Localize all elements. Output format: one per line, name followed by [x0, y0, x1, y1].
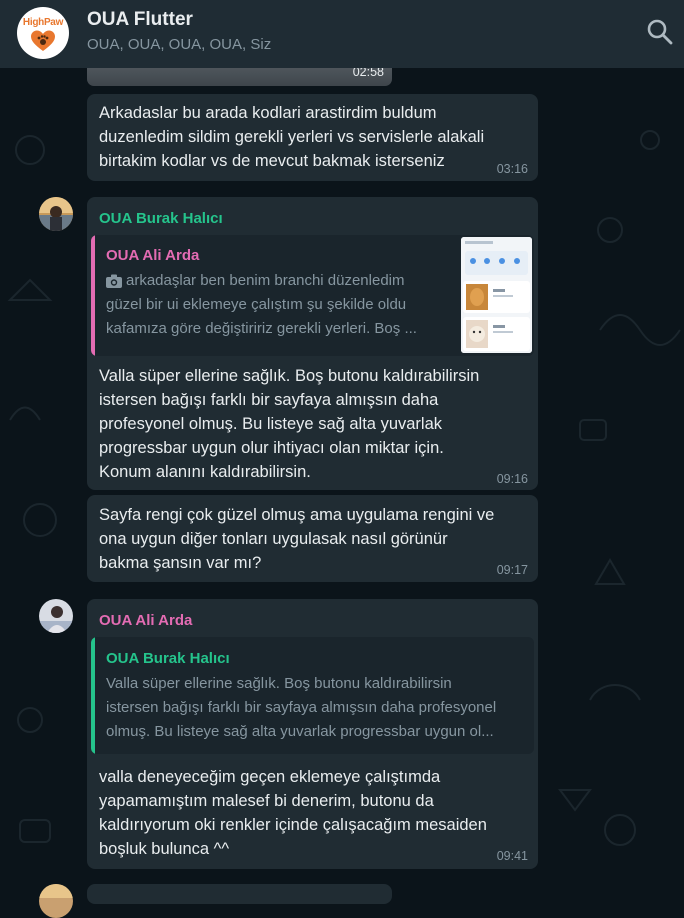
message-bubble[interactable]: OUA Ali Arda OUA Burak Halıcı Valla süpe…: [87, 599, 538, 869]
message-bubble[interactable]: OUA Burak Halıcı OUA Ali Arda arkadaşlar…: [87, 197, 538, 490]
quoted-message[interactable]: OUA Burak Halıcı Valla süper ellerine sa…: [91, 637, 534, 754]
logo-text: HighPaw: [22, 17, 64, 28]
avatar-photo: [39, 599, 73, 633]
message-time: 09:17: [496, 563, 528, 577]
message-text: Arkadaslar bu arada kodlari arastirdim b…: [99, 104, 485, 170]
avatar[interactable]: [39, 197, 73, 231]
search-icon[interactable]: [646, 18, 674, 46]
message-text: Sayfa rengi çok güzel olmuş ama uygulama…: [99, 506, 495, 572]
chat-header: HighPaw OUA Flutter OUA, OUA, OUA, OUA, …: [0, 0, 684, 68]
chat-title[interactable]: OUA Flutter: [87, 9, 193, 31]
sender-name[interactable]: OUA Ali Arda: [99, 612, 192, 629]
quote-accent-bar: [91, 637, 95, 754]
avatar-photo: [39, 884, 73, 918]
quote-text: Valla süper ellerine sağlık. Boş butonu …: [106, 675, 497, 740]
avatar-photo: [39, 197, 73, 231]
group-avatar[interactable]: HighPaw: [17, 7, 69, 59]
sender-name[interactable]: OUA Burak Halıcı: [99, 210, 223, 227]
chat-participants[interactable]: OUA, OUA, OUA, OUA, Siz: [87, 36, 271, 53]
message-bubble[interactable]: Sayfa rengi çok güzel olmuş ama uygulama…: [87, 495, 538, 582]
quoted-message[interactable]: OUA Ali Arda arkadaşlar ben benim branch…: [91, 235, 534, 356]
quote-author: OUA Burak Halıcı: [106, 650, 230, 667]
message-text: Valla süper ellerine sağlık. Boş butonu …: [99, 367, 480, 481]
paw-heart-icon: [31, 30, 55, 51]
quoted-image-thumbnail[interactable]: [461, 237, 532, 353]
quote-author: OUA Ali Arda: [106, 247, 200, 264]
avatar[interactable]: [39, 599, 73, 633]
message-bubble[interactable]: Arkadaslar bu arada kodlari arastirdim b…: [87, 94, 538, 181]
message-text: valla deneyeceğim geçen eklemeye çalıştı…: [99, 768, 487, 858]
quote-text: arkadaşlar ben benim branchi düzenledim …: [106, 272, 417, 337]
message-bubble[interactable]: [87, 884, 392, 904]
message-time: 09:41: [496, 849, 528, 863]
quote-accent-bar: [91, 235, 95, 356]
app-screenshot-image: [461, 237, 532, 353]
message-time: 03:16: [496, 162, 528, 176]
avatar[interactable]: [39, 884, 73, 918]
message-time: 09:16: [496, 472, 528, 486]
